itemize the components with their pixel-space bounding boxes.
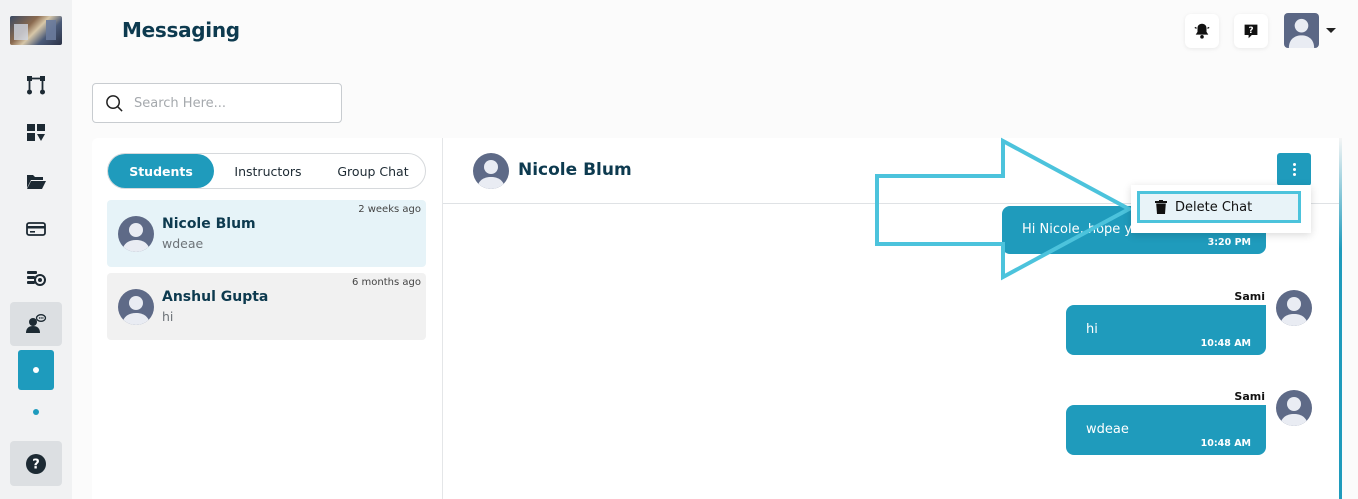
tab-students[interactable]: Students [108, 154, 214, 188]
help-icon[interactable]: ? [10, 441, 62, 486]
help-icon-glyph: ? [26, 453, 46, 474]
user-silhouette-icon [477, 160, 505, 189]
more-options-icon[interactable] [1277, 153, 1311, 186]
dot [33, 367, 39, 373]
message-time: 10:48 AM [1200, 338, 1251, 349]
chevron-down-icon[interactable] [1326, 28, 1336, 33]
chat-contact-name: Nicole Blum [518, 160, 632, 180]
conversation-item[interactable]: Nicole Blum wdeae 2 weeks ago [107, 200, 426, 267]
options-menu: Delete Chat [1131, 185, 1311, 233]
brand-logo[interactable] [10, 16, 62, 45]
search-icon [106, 94, 123, 112]
credit-card-icon[interactable] [10, 207, 62, 251]
user-chat-icon-glyph [26, 314, 47, 333]
svg-text:?: ? [32, 457, 40, 472]
user-silhouette-icon [1288, 18, 1315, 48]
sidebar: ? [0, 0, 72, 499]
credit-card-icon-glyph [26, 222, 46, 236]
workflow-icon-glyph [27, 76, 45, 95]
page-title: Messaging [122, 18, 240, 42]
avatar [1276, 390, 1312, 426]
message-bubble: wdeae 10:48 AM [1066, 405, 1266, 455]
coins-icon-glyph [27, 271, 46, 286]
tab-bar: Students Instructors Group Chat [107, 153, 426, 189]
message-sender: Sami [1234, 290, 1265, 303]
folder-open-icon-glyph [27, 175, 46, 189]
folder-open-icon[interactable] [10, 159, 62, 203]
user-silhouette-icon [1280, 297, 1308, 326]
conversation-name: Nicole Blum [162, 216, 256, 232]
search-input[interactable] [134, 95, 334, 111]
conversation-time: 6 months ago [352, 277, 421, 288]
subnav-dot[interactable] [33, 409, 39, 415]
message-time: 10:48 AM [1200, 438, 1251, 449]
user-silhouette-icon [1280, 397, 1308, 426]
avatar[interactable] [1284, 13, 1319, 48]
trash-icon [1155, 200, 1167, 214]
message-text: hi [1086, 322, 1098, 337]
message-sender: Sami [1234, 390, 1265, 403]
bell-icon[interactable] [1185, 14, 1219, 48]
workflow-icon[interactable] [10, 63, 62, 107]
delete-chat-menu-item[interactable]: Delete Chat [1137, 191, 1301, 223]
conversation-preview: wdeae [162, 236, 204, 251]
user-silhouette-icon [122, 223, 150, 252]
message-time: 3:20 PM [1207, 237, 1251, 248]
coins-icon[interactable] [10, 255, 62, 299]
avatar [1276, 290, 1312, 326]
message-text: Hi Nicole, hope y [1022, 222, 1133, 237]
conversation-name: Anshul Gupta [162, 289, 269, 305]
dashboard-icon-glyph [27, 124, 45, 141]
question-icon[interactable]: ? [1234, 14, 1268, 48]
user-silhouette-icon [122, 296, 150, 325]
delete-chat-label: Delete Chat [1175, 199, 1253, 215]
conversation-item[interactable]: Anshul Gupta hi 6 months ago [107, 273, 426, 340]
user-chat-icon[interactable] [10, 302, 62, 346]
message-text: wdeae [1086, 422, 1129, 437]
question-icon-glyph: ? [1244, 24, 1258, 39]
tab-instructors[interactable]: Instructors [220, 154, 316, 188]
conversation-panel: Students Instructors Group Chat Nicole B… [92, 138, 442, 499]
messages-subnav-item[interactable] [18, 350, 54, 390]
conversation-preview: hi [162, 309, 174, 324]
dashboard-icon[interactable] [10, 111, 62, 155]
bell-icon-glyph [1194, 23, 1210, 39]
tab-group-chat[interactable]: Group Chat [322, 154, 424, 188]
avatar [473, 153, 509, 189]
search-box [92, 83, 342, 123]
conversation-time: 2 weeks ago [358, 204, 421, 215]
svg-text:?: ? [1248, 26, 1253, 36]
avatar [118, 289, 154, 325]
avatar [118, 216, 154, 252]
message-bubble: hi 10:48 AM [1066, 305, 1266, 355]
